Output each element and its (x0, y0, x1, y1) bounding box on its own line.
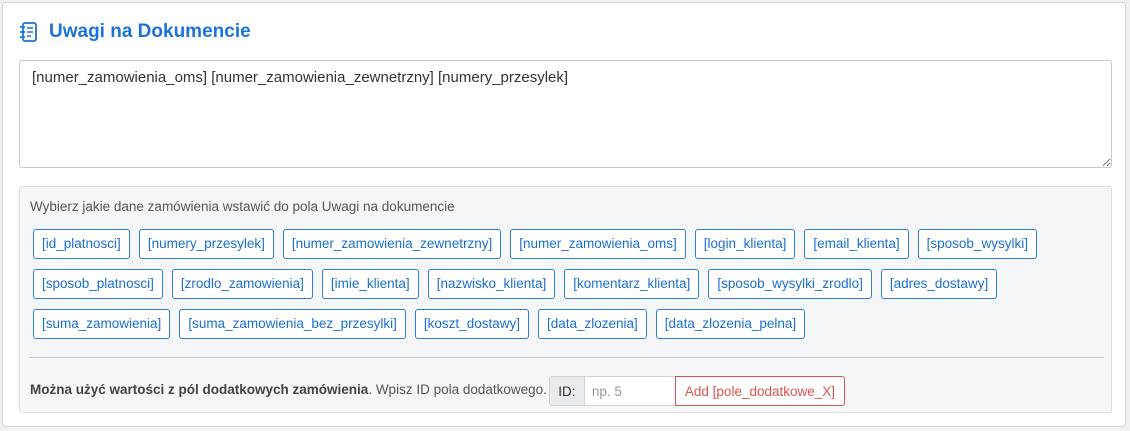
placeholder-tag-button[interactable]: [sposob_wysylki_zrodlo] (708, 269, 872, 299)
placeholder-tag-list: [id_platnosci] [numery_przesylek] [numer_z… (33, 229, 1103, 339)
placeholder-tag-button[interactable]: [adres_dostawy] (880, 269, 998, 299)
placeholder-panel: Wybierz jakie dane zamówienia wstawić do… (19, 186, 1112, 413)
extra-fields-bold-text: Można użyć wartości z pól dodatkowych za… (30, 381, 369, 397)
placeholder-tag-button[interactable]: [suma_zamowienia_bez_przesylki] (179, 309, 406, 339)
placeholder-tag-button[interactable]: [email_klienta] (804, 229, 909, 259)
placeholder-tag-button[interactable]: [komentarz_klienta] (564, 269, 700, 299)
placeholder-tag-button[interactable]: [id_platnosci] (33, 229, 130, 259)
placeholder-tag-button[interactable]: [data_zlozenia_pelna] (655, 309, 806, 339)
extra-fields-text: . Wpisz ID pola dodatkowego. (368, 381, 547, 397)
placeholder-tag-button[interactable]: [login_klienta] (694, 229, 796, 259)
notes-textarea[interactable] (19, 60, 1112, 168)
placeholder-tag-button[interactable]: [suma_zamowienia] (33, 309, 171, 339)
panel-hint: Wybierz jakie dane zamówienia wstawić do… (30, 199, 455, 214)
add-extra-field-button[interactable]: Add [pole_dodatkowe_X] (674, 376, 846, 406)
extra-fields-row: Można użyć wartości z pól dodatkowych za… (30, 374, 846, 406)
notes-card: Uwagi na Dokumencie Wybierz jakie dane z… (2, 2, 1126, 427)
placeholder-tag-button[interactable]: [numer_zamowienia_oms] (510, 229, 686, 259)
placeholder-tag-button[interactable]: [imie_klienta] (321, 269, 419, 299)
placeholder-tag-button[interactable]: [sposob_wysylki] (917, 229, 1037, 259)
divider (29, 357, 1104, 358)
placeholder-tag-button[interactable]: [zrodlo_zamowienia] (171, 269, 313, 299)
placeholder-tag-button[interactable]: [numer_zamowienia_zewnetrzny] (282, 229, 502, 259)
placeholder-tag-button[interactable]: [sposob_platnosci] (33, 269, 163, 299)
placeholder-tag-button[interactable]: [nazwisko_klienta] (427, 269, 556, 299)
extra-field-id-group: ID: Add [pole_dodatkowe_X] (548, 376, 846, 406)
extra-field-id-input[interactable] (583, 376, 675, 406)
card-header: Uwagi na Dokumencie (19, 21, 251, 43)
page-title: Uwagi na Dokumencie (49, 21, 251, 42)
notebook-icon (19, 21, 39, 43)
placeholder-tag-button[interactable]: [numery_przesylek] (138, 229, 274, 259)
id-label: ID: (548, 376, 584, 406)
placeholder-tag-button[interactable]: [koszt_dostawy] (414, 309, 529, 339)
placeholder-tag-button[interactable]: [data_zlozenia] (537, 309, 647, 339)
